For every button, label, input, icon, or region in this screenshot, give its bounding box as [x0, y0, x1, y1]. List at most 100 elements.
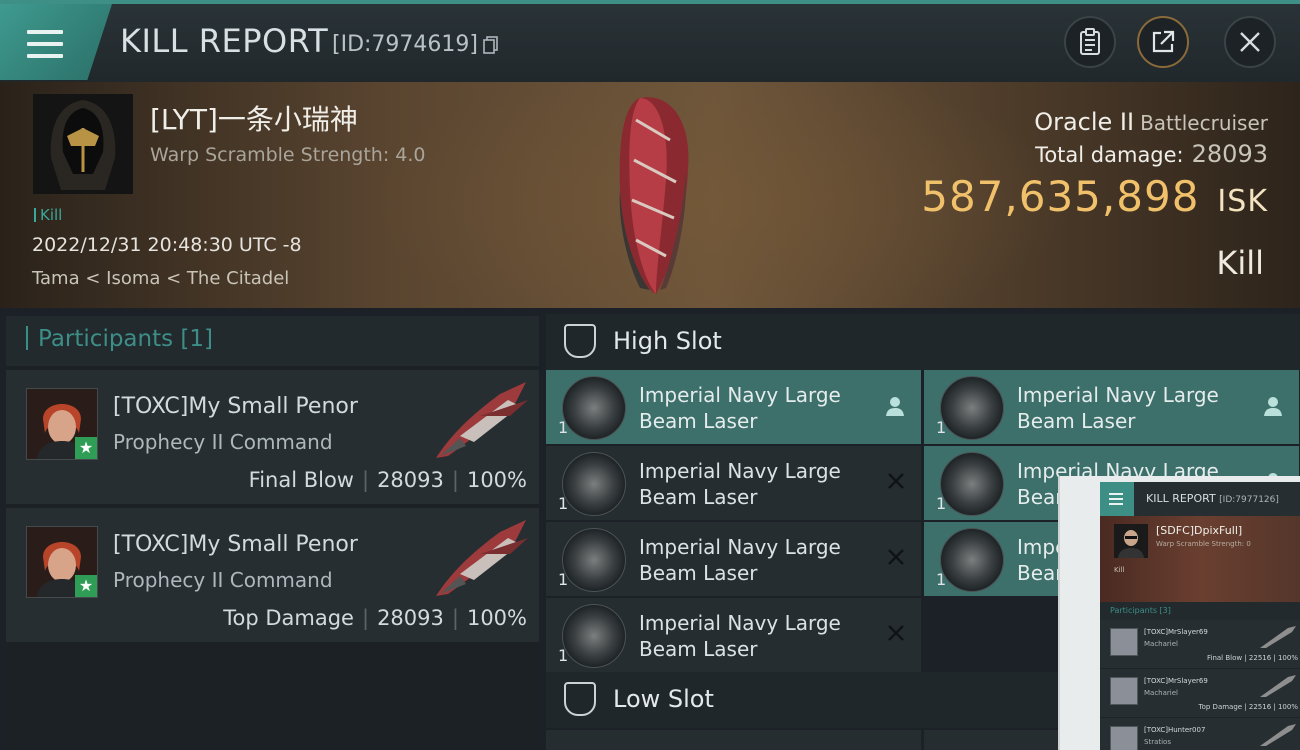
module-quantity: 1 [558, 418, 569, 437]
module-quantity: 1 [558, 494, 569, 513]
inset-kill-report: KILL REPORT [ID:7977126] [SDFC]DpixFull]… [1100, 482, 1300, 750]
module-quantity: 1 [936, 494, 947, 513]
victim-name[interactable]: [LYT]一条小瑞神 [150, 98, 358, 138]
corp-star-icon: ★ [75, 575, 97, 597]
participant-ship: Prophecy II Command [113, 430, 333, 454]
participant-role: Final Blow [248, 468, 354, 492]
victim-portrait[interactable] [33, 94, 133, 194]
clipboard-button[interactable] [1064, 16, 1116, 68]
helmet-portrait-icon [33, 94, 133, 194]
inset-header: KILL REPORT [ID:7977126] [1100, 482, 1300, 516]
copy-icon[interactable] [483, 36, 499, 54]
destroyed-icon [887, 547, 905, 571]
report-id: [ID:7974619] [332, 32, 478, 57]
warp-scramble-strength: Warp Scramble Strength: 4.0 [150, 144, 426, 166]
module-name: Imperial Navy LargeBeam Laser [639, 535, 841, 585]
close-icon [1240, 32, 1260, 52]
inset-portrait [1114, 524, 1148, 558]
inset-avatar [1110, 677, 1138, 705]
beam-laser-icon [562, 604, 626, 668]
inset-row-name: [TOXC]MrSlayer69 [1144, 628, 1208, 636]
participant-row[interactable]: ★ [TOXC]My Small Penor Prophecy II Comma… [6, 508, 539, 643]
hamburger-icon [27, 30, 63, 58]
module-item[interactable]: 1 Imperial Navy LargeBeam Laser [546, 598, 921, 672]
module-quantity: 1 [936, 570, 947, 589]
close-button[interactable] [1224, 16, 1276, 68]
module-item[interactable]: 1 Imperial Navy LargeBeam Laser [546, 370, 921, 444]
inset-ship-icon [1260, 626, 1296, 648]
victim-banner: [LYT]一条小瑞神 Warp Scramble Strength: 4.0 K… [0, 82, 1300, 308]
participant-ship: Prophecy II Command [113, 568, 333, 592]
participant-damage: 28093 [377, 606, 444, 630]
ship-name: Oracle II [1034, 108, 1135, 136]
kill-report-window: KILL REPORT [ID:7974619] [LYT]一条小瑞神 Warp… [0, 0, 1300, 750]
kill-location[interactable]: Tama < Isoma < The Citadel [32, 268, 289, 289]
participant-ship-image[interactable] [430, 376, 534, 462]
inset-row-ship: Stratios [1144, 738, 1171, 746]
share-button[interactable] [1137, 16, 1189, 68]
module-item[interactable]: 1 Imperial Navy LargeBeam Laser [924, 370, 1299, 444]
share-icon [1152, 30, 1175, 53]
module-quantity: 1 [936, 418, 947, 437]
participants-header: Participants [1] [6, 316, 539, 366]
total-damage-label: Total damage: [1035, 143, 1184, 167]
inset-screenshot: KILL REPORT [ID:7977126] [SDFC]DpixFull]… [1058, 476, 1300, 750]
inset-participants-header: Participants [3] [1100, 602, 1300, 620]
total-damage: Total damage: 28093 [1035, 140, 1268, 168]
inset-title: KILL REPORT [ID:7977126] [1146, 492, 1279, 505]
header-accent-line [0, 0, 1300, 4]
participant-name[interactable]: [TOXC]My Small Penor [113, 532, 358, 557]
participants-title: Participants [1] [26, 326, 213, 352]
menu-button[interactable] [0, 4, 112, 80]
high-slot-icon [564, 324, 596, 358]
beam-laser-icon [940, 376, 1004, 440]
participant-percent: 100% [466, 468, 527, 492]
kill-tag: Kill [34, 206, 62, 224]
corp-star-icon: ★ [75, 437, 97, 459]
inset-meta: Kill [1114, 566, 1125, 574]
inset-row-name: [TOXC]MrSlayer69 [1144, 677, 1208, 685]
participant-stats: Final Blow | 28093 | 100% [248, 468, 527, 492]
module-name: Imperial Navy LargeBeam Laser [639, 383, 841, 433]
header-bar: KILL REPORT [ID:7974619] [0, 0, 1300, 82]
participant-role: Top Damage [223, 606, 354, 630]
high-slot-header[interactable]: High Slot [546, 314, 1300, 370]
module-item[interactable]: 1 Imperial Navy LargeBeam Laser [546, 446, 921, 520]
isk-amount: 587,635,898 [921, 172, 1200, 221]
participant-avatar[interactable]: ★ [26, 526, 98, 598]
ship-class: Battlecruiser [1140, 111, 1268, 135]
participant-row[interactable]: ★ [TOXC]My Small Penor Prophecy II Comma… [6, 370, 539, 505]
module-name: Imperial Navy LargeBeam Laser [639, 611, 841, 661]
participant-ship-image[interactable] [430, 514, 534, 600]
pilot-icon [885, 395, 905, 422]
inset-avatar [1110, 628, 1138, 656]
victim-ship[interactable]: Oracle II Battlecruiser [1034, 108, 1268, 136]
participant-stats: Top Damage | 28093 | 100% [223, 606, 527, 630]
victim-ship-image[interactable] [600, 90, 710, 300]
high-slot-label: High Slot [613, 327, 722, 355]
inset-row-stats: Final Blow | 22516 | 100% [1206, 654, 1298, 662]
module-item[interactable]: 1 Imperial Navy LargeBeam Laser [546, 522, 921, 596]
beam-laser-icon [940, 528, 1004, 592]
isk-unit: ISK [1217, 184, 1268, 219]
isk-value: 587,635,898 ISK [921, 172, 1268, 221]
inset-row-ship: Machariel [1144, 640, 1178, 648]
participant-avatar[interactable]: ★ [26, 388, 98, 460]
module-quantity: 1 [558, 646, 569, 665]
participant-name[interactable]: [TOXC]My Small Penor [113, 394, 358, 419]
beam-laser-icon [562, 452, 626, 516]
module-item-partial[interactable] [924, 730, 1058, 750]
inset-menu-icon [1100, 482, 1134, 516]
inset-pilot-name: [SDFC]DpixFull] [1156, 524, 1243, 537]
beam-laser-icon [562, 376, 626, 440]
low-slot-label: Low Slot [613, 685, 714, 713]
total-damage-value: 28093 [1191, 140, 1268, 168]
beam-laser-icon [940, 452, 1004, 516]
participants-panel: Participants [1] ★ [TOXC]My Small Penor … [6, 316, 539, 750]
module-item-partial[interactable] [546, 730, 921, 750]
inset-victim-banner: [SDFC]DpixFull] Warp Scramble Strength: … [1100, 516, 1300, 602]
inset-avatar [1110, 726, 1138, 750]
inset-ship-icon [1260, 675, 1296, 697]
kill-result: Kill [1216, 244, 1264, 282]
module-name: Imperial Navy LargeBeam Laser [639, 459, 841, 509]
